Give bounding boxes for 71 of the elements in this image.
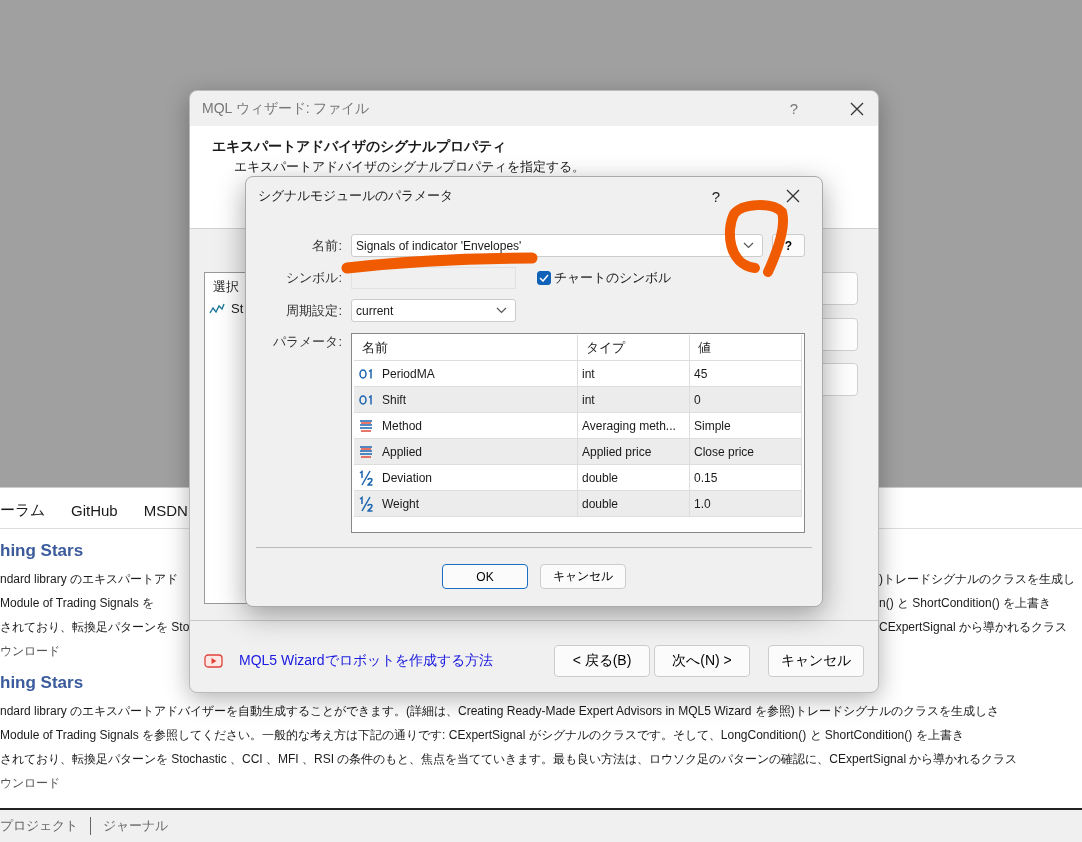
- integer-icon: [358, 368, 374, 379]
- chevron-down-icon: [743, 242, 754, 249]
- table-cell: Simple: [690, 413, 802, 438]
- parameter-name: Applied: [382, 444, 423, 459]
- integer-icon: [358, 394, 374, 405]
- fraction-icon: [358, 469, 374, 486]
- parameter-name: Deviation: [382, 470, 433, 485]
- page-title: エキスパートアドバイザのシグナルプロパティ: [212, 138, 507, 156]
- article-text: CExpertSignal から導かれるクラス: [879, 619, 1068, 636]
- page-subtitle: エキスパートアドバイザのシグナルプロパティを指定する。: [233, 158, 586, 176]
- list-item[interactable]: St: [231, 301, 244, 316]
- wizard-button[interactable]: キャンセル: [768, 645, 864, 677]
- article-text: n() と ShortCondition() を上書き: [879, 595, 1052, 612]
- wizard-button[interactable]: 次へ(N) >: [654, 645, 750, 677]
- column-header[interactable]: 名前: [354, 335, 578, 360]
- field-label: 名前:: [311, 236, 342, 255]
- enum-icon: [359, 444, 373, 459]
- name-dropdown[interactable]: Signals of indicator 'Envelopes': [351, 234, 763, 257]
- list-header: 選択: [213, 278, 239, 296]
- parameter-name: Weight: [382, 496, 420, 511]
- parameter-name: Shift: [382, 392, 406, 407]
- table-cell: int: [578, 361, 690, 386]
- table-cell: 45: [690, 361, 802, 386]
- article-text: )トレードシグナルのクラスを生成し: [879, 571, 1075, 588]
- video-link[interactable]: MQL5 Wizardでロボットを作成する方法: [239, 652, 493, 670]
- table-cell: 0.15: [690, 465, 802, 490]
- field-label: パラメータ:: [272, 333, 342, 351]
- checkbox[interactable]: [537, 271, 551, 285]
- app-tab[interactable]: GitHub: [71, 501, 118, 519]
- window-title: MQL ウィザード: ファイル: [202, 99, 371, 118]
- help-button[interactable]: ?: [784, 100, 804, 117]
- chevron-down-icon: [496, 307, 507, 314]
- symbol-field[interactable]: [351, 267, 516, 289]
- enum-icon: [359, 418, 373, 433]
- article-text: ndard library のエキスパートアドバイザーを自動生成することができます。(詳細は、Creating Ready-Made Expert Advisors in MQL5 Wizard を参照)トレードシグナルのクラスを生成しさ: [0, 704, 999, 718]
- table-cell: 0: [690, 387, 802, 412]
- dialog-button[interactable]: OK: [442, 564, 528, 589]
- article-text: Module of Trading Signals を: [0, 595, 155, 612]
- panel-tab[interactable]: ジャーナル: [103, 817, 168, 835]
- article-text: ndard library のエキスパートアド: [0, 571, 179, 588]
- table-cell: Close price: [690, 439, 802, 464]
- article-text: Module of Trading Signals を参照してください。一般的な考え方は下記の通りです: CExpertSignal がシグナルのクラスです。そして、LongCondition() と ShortCondition() を上書き: [0, 728, 964, 742]
- close-icon[interactable]: [786, 189, 800, 203]
- table-cell: double: [578, 491, 690, 516]
- app-tab[interactable]: MSDN: [143, 501, 188, 519]
- table-cell: double: [578, 465, 690, 490]
- dialog-button[interactable]: キャンセル: [540, 564, 626, 589]
- field-label: シンボル:: [285, 269, 342, 287]
- chart-line-icon: [209, 302, 225, 315]
- parameter-name: Method: [382, 418, 423, 433]
- help-button[interactable]: ?: [706, 187, 726, 205]
- period-dropdown[interactable]: current: [351, 299, 516, 322]
- download-link[interactable]: ウンロード: [0, 773, 1082, 793]
- column-header[interactable]: 値: [690, 335, 802, 360]
- checkbox-label: チャートのシンボル: [554, 269, 671, 287]
- app-tab[interactable]: ーラム: [0, 500, 45, 520]
- column-header[interactable]: タイプ: [578, 335, 690, 360]
- table-cell: Applied price: [578, 439, 690, 464]
- parameter-name: PeriodMA: [382, 366, 435, 381]
- wizard-button[interactable]: < 戻る(B): [554, 645, 650, 677]
- article-text: されており、転換足パターンを Stochastic 、CCI 、MFI 、RSI の条件のもと、焦点を当てていきます。最も良い方法は、ロウソク足のパターンの確認に、CExpertSignal から導かれるクラス: [0, 752, 1018, 766]
- table-cell: 1.0: [690, 491, 802, 516]
- table-cell: Averaging meth...: [578, 413, 690, 438]
- table-cell: int: [578, 387, 690, 412]
- dialog-title: シグナルモジュールのパラメータ: [258, 187, 454, 205]
- video-icon: [204, 654, 223, 668]
- field-label: 周期設定:: [285, 301, 342, 320]
- close-icon[interactable]: [850, 101, 864, 116]
- article-text: されており、転換足パターンを Sto: [0, 619, 190, 636]
- panel-tab[interactable]: プロジェクト: [0, 817, 78, 835]
- fraction-icon: [358, 495, 374, 512]
